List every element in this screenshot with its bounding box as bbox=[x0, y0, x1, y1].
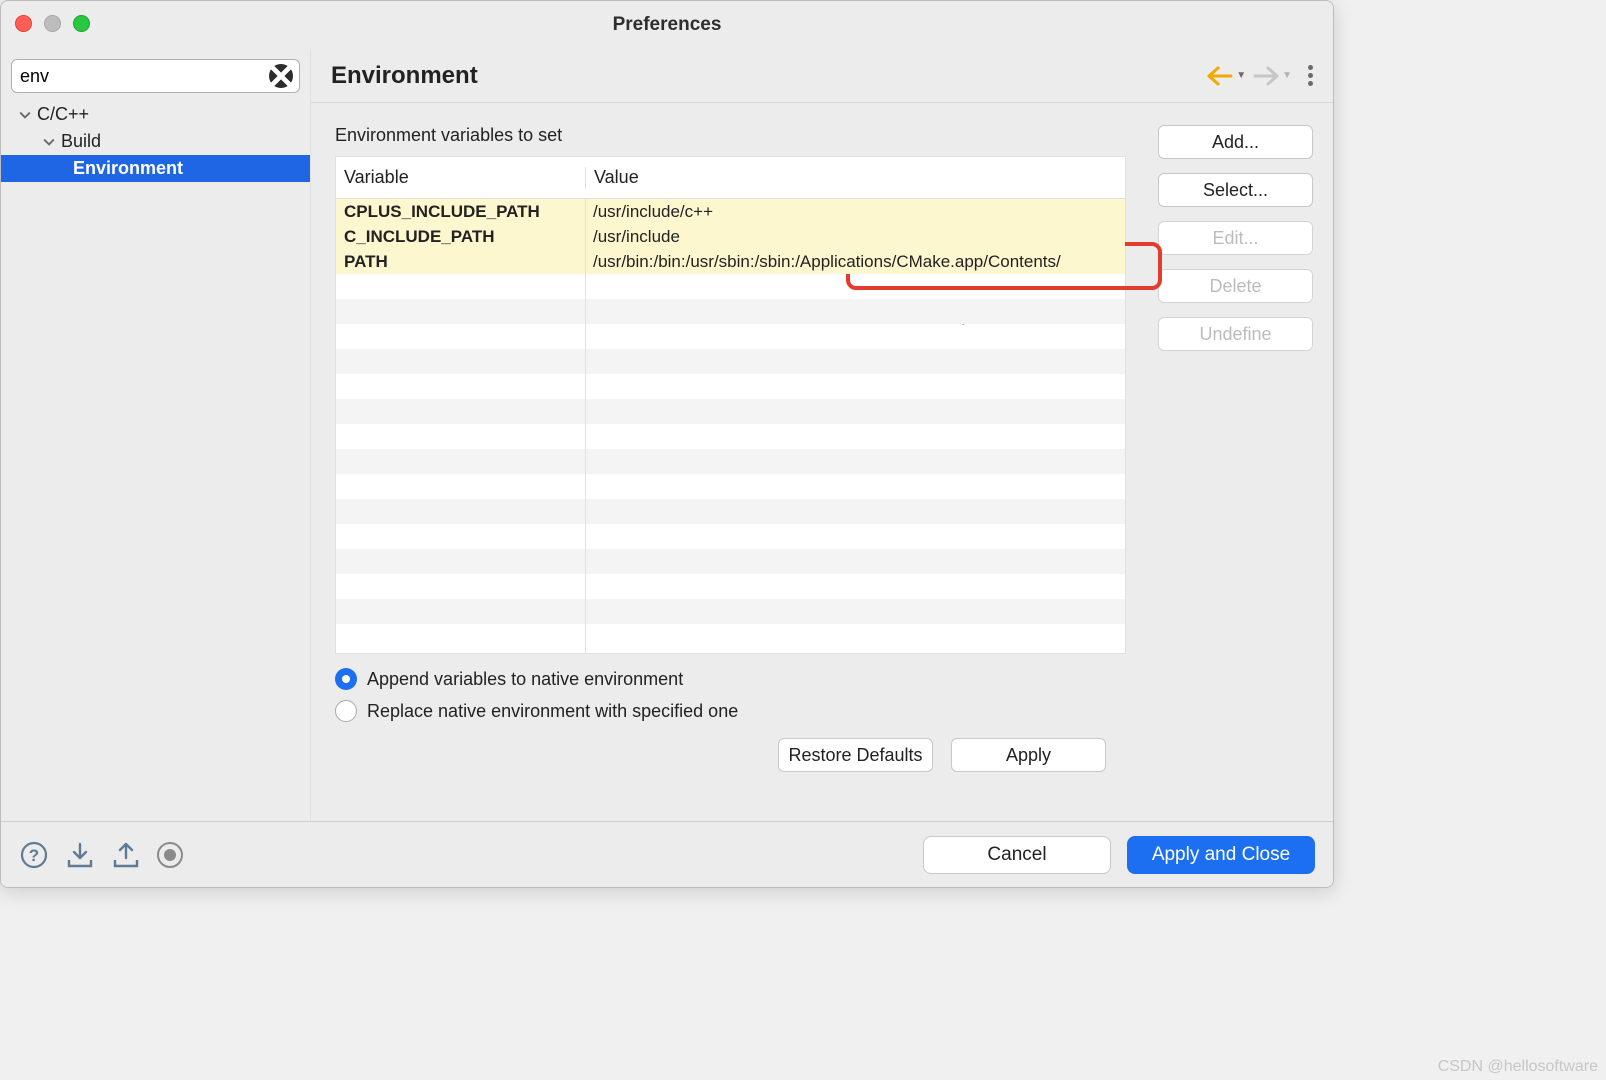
delete-button: Delete bbox=[1158, 269, 1313, 303]
page-title: Environment bbox=[331, 62, 1206, 90]
cell-value: /usr/include/c++ bbox=[585, 202, 1125, 222]
oomph-icon[interactable] bbox=[157, 842, 183, 868]
cell-variable: C_INCLUDE_PATH bbox=[336, 227, 585, 247]
content-pane: Environment ▼ ▼ Environment variables to… bbox=[311, 49, 1333, 821]
undefine-button: Undefine bbox=[1158, 317, 1313, 351]
apply-close-button[interactable]: Apply and Close bbox=[1127, 836, 1315, 874]
close-icon[interactable] bbox=[15, 15, 32, 32]
help-icon[interactable]: ? bbox=[19, 840, 49, 870]
col-value[interactable]: Value bbox=[585, 167, 1125, 188]
clear-search-icon[interactable] bbox=[269, 64, 293, 88]
maximize-icon[interactable] bbox=[73, 15, 90, 32]
search-field[interactable] bbox=[11, 59, 300, 93]
radio-append[interactable]: Append variables to native environment bbox=[335, 668, 1126, 690]
radio-icon bbox=[335, 668, 357, 690]
table-row[interactable] bbox=[336, 549, 1125, 574]
edit-button: Edit... bbox=[1158, 221, 1313, 255]
preference-tree[interactable]: C/C++ Build Environment bbox=[1, 97, 310, 821]
chevron-down-icon: ▼ bbox=[1282, 70, 1292, 81]
cancel-button[interactable]: Cancel bbox=[923, 836, 1111, 874]
table-row[interactable] bbox=[336, 474, 1125, 499]
preferences-window: Preferences C/C++ bbox=[0, 0, 1334, 888]
column-divider bbox=[585, 199, 586, 653]
section-label: Environment variables to set bbox=[335, 125, 1126, 146]
select-button[interactable]: Select... bbox=[1158, 173, 1313, 207]
titlebar: Preferences bbox=[1, 1, 1333, 49]
sidebar: C/C++ Build Environment bbox=[1, 49, 311, 821]
more-menu-icon[interactable] bbox=[1308, 65, 1313, 86]
watermark: CSDN @hellosoftware bbox=[1438, 1058, 1598, 1076]
radio-label: Replace native environment with specifie… bbox=[367, 701, 738, 722]
table-row[interactable] bbox=[336, 449, 1125, 474]
window-controls bbox=[15, 15, 90, 32]
table-row[interactable] bbox=[336, 499, 1125, 524]
cell-variable: PATH bbox=[336, 252, 585, 272]
minimize-icon[interactable] bbox=[44, 15, 61, 32]
chevron-down-icon bbox=[41, 134, 57, 150]
search-input[interactable] bbox=[12, 62, 269, 91]
cell-variable: CPLUS_INCLUDE_PATH bbox=[336, 202, 585, 222]
import-icon[interactable] bbox=[65, 840, 95, 870]
table-row[interactable]: CPLUS_INCLUDE_PATH /usr/include/c++ bbox=[336, 199, 1125, 224]
table-row[interactable] bbox=[336, 324, 1125, 349]
svg-text:?: ? bbox=[29, 846, 39, 865]
table-row[interactable] bbox=[336, 524, 1125, 549]
table-row[interactable] bbox=[336, 299, 1125, 324]
apply-button[interactable]: Apply bbox=[951, 738, 1106, 772]
window-title: Preferences bbox=[1, 14, 1333, 36]
chevron-down-icon: ▼ bbox=[1236, 70, 1246, 81]
table-row[interactable] bbox=[336, 424, 1125, 449]
add-button[interactable]: Add... bbox=[1158, 125, 1313, 159]
radio-icon bbox=[335, 700, 357, 722]
tree-item-environment[interactable]: Environment bbox=[1, 155, 310, 182]
cell-value: /usr/bin:/bin:/usr/sbin:/sbin:/Applicati… bbox=[585, 252, 1125, 272]
table-row[interactable] bbox=[336, 399, 1125, 424]
table-row[interactable] bbox=[336, 624, 1125, 649]
radio-replace[interactable]: Replace native environment with specifie… bbox=[335, 700, 1126, 722]
chevron-down-icon bbox=[17, 107, 33, 123]
table-row[interactable]: C_INCLUDE_PATH /usr/include bbox=[336, 224, 1125, 249]
table-row[interactable] bbox=[336, 599, 1125, 624]
env-table[interactable]: Variable Value CPLUS_INCLUDE_PATH /usr/i… bbox=[335, 156, 1126, 654]
radio-label: Append variables to native environment bbox=[367, 669, 683, 690]
restore-defaults-button[interactable]: Restore Defaults bbox=[778, 738, 933, 772]
nav-back-button[interactable]: ▼ bbox=[1206, 65, 1246, 87]
tree-item-ccpp[interactable]: C/C++ bbox=[1, 101, 310, 128]
col-variable[interactable]: Variable bbox=[336, 167, 585, 188]
table-row[interactable]: PATH /usr/bin:/bin:/usr/sbin:/sbin:/Appl… bbox=[336, 249, 1125, 274]
table-row[interactable] bbox=[336, 274, 1125, 299]
table-row[interactable] bbox=[336, 374, 1125, 399]
env-mode-group: Append variables to native environment R… bbox=[335, 668, 1126, 722]
cell-value: /usr/include bbox=[585, 227, 1125, 247]
export-icon[interactable] bbox=[111, 840, 141, 870]
tree-label: C/C++ bbox=[37, 104, 89, 125]
table-header: Variable Value bbox=[336, 157, 1125, 199]
tree-item-build[interactable]: Build bbox=[1, 128, 310, 155]
table-row[interactable] bbox=[336, 574, 1125, 599]
content-header: Environment ▼ ▼ bbox=[311, 49, 1333, 103]
dialog-footer: ? Cancel Apply and Close bbox=[1, 821, 1333, 887]
nav-forward-button: ▼ bbox=[1252, 65, 1292, 87]
tree-label: Environment bbox=[73, 158, 183, 179]
table-row[interactable] bbox=[336, 349, 1125, 374]
tree-label: Build bbox=[61, 131, 101, 152]
